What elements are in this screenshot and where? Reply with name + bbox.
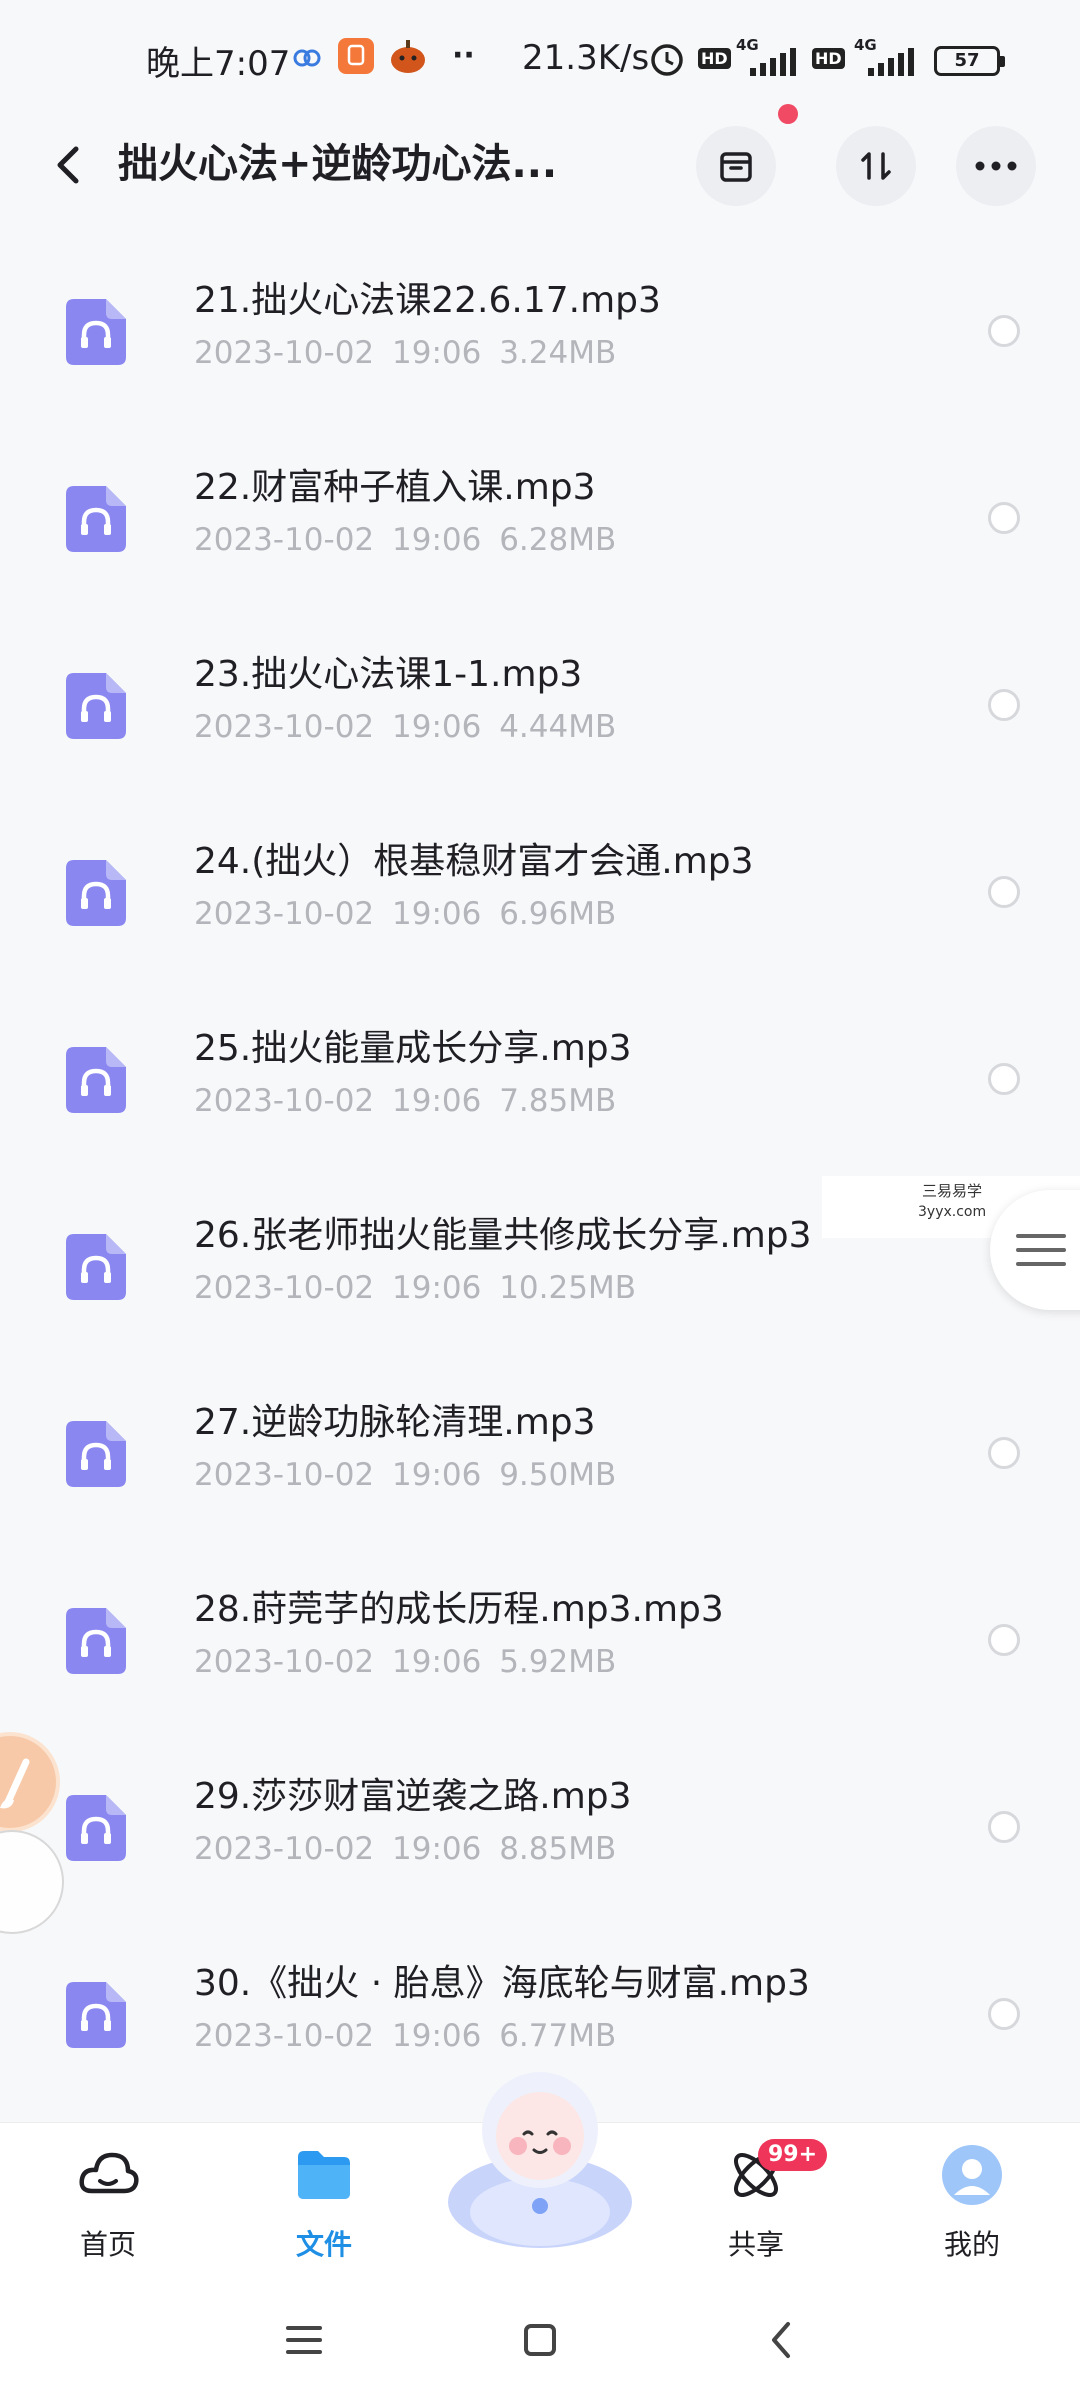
archive-button[interactable] bbox=[696, 126, 776, 206]
back-chevron-icon[interactable] bbox=[752, 2310, 812, 2370]
audio-file-icon bbox=[66, 1982, 126, 2048]
file-name: 24.(拙火）根基稳财富才会通.mp3 bbox=[194, 841, 754, 882]
more-icon bbox=[975, 161, 1017, 171]
file-meta: 2023-10-02 19:06 4.44MB bbox=[194, 709, 617, 745]
more-button[interactable] bbox=[956, 126, 1036, 206]
alarm-icon bbox=[651, 44, 683, 76]
menu-icon[interactable] bbox=[274, 2310, 334, 2370]
status-bar: 晚上7:07 ·· 21.3K/s HD 4G HD 4G 57 bbox=[0, 0, 1080, 120]
audio-file-icon bbox=[66, 673, 126, 739]
home-square-icon[interactable] bbox=[510, 2310, 570, 2370]
file-meta: 2023-10-02 19:06 7.85MB bbox=[194, 1083, 617, 1119]
file-meta: 2023-10-02 19:06 8.85MB bbox=[194, 1831, 617, 1867]
file-name: 22.财富种子植入课.mp3 bbox=[194, 467, 596, 508]
file-meta: 2023-10-02 19:06 3.24MB bbox=[194, 335, 617, 371]
sort-button[interactable] bbox=[836, 126, 916, 206]
avatar-icon bbox=[942, 2145, 1002, 2205]
select-radio[interactable] bbox=[988, 689, 1020, 721]
select-radio[interactable] bbox=[988, 876, 1020, 908]
file-name: 23.拙火心法课1-1.mp3 bbox=[194, 654, 583, 695]
folder-icon bbox=[298, 2151, 350, 2199]
audio-file-icon bbox=[66, 1234, 126, 1300]
file-meta: 2023-10-02 19:06 6.77MB bbox=[194, 2018, 617, 2054]
audio-file-icon bbox=[66, 486, 126, 552]
audio-file-icon bbox=[66, 860, 126, 926]
select-radio[interactable] bbox=[988, 1624, 1020, 1656]
select-radio[interactable] bbox=[988, 315, 1020, 347]
top-header: 拙火心法+逆龄功心法... bbox=[0, 110, 1080, 220]
sim1-hd-label: HD bbox=[698, 48, 731, 69]
select-radio[interactable] bbox=[988, 1063, 1020, 1095]
audio-file-icon bbox=[66, 1795, 126, 1861]
file-row[interactable]: 28.莳莞芓的成长历程.mp3.mp3 2023-10-02 19:06 5.9… bbox=[0, 1544, 1080, 1731]
file-row[interactable]: 24.(拙火）根基稳财富才会通.mp3 2023-10-02 19:06 6.9… bbox=[0, 796, 1080, 983]
nav-item-share[interactable]: 99+ 共享 bbox=[696, 2139, 828, 2273]
file-name: 26.张老师拙火能量共修成长分享.mp3 bbox=[194, 1215, 812, 1256]
status-time: 晚上7:07 bbox=[146, 44, 291, 84]
file-name: 21.拙火心法课22.6.17.mp3 bbox=[194, 280, 661, 321]
file-list: 21.拙火心法课22.6.17.mp3 2023-10-02 19:06 3.2… bbox=[0, 235, 1080, 2105]
file-name: 27.逆龄功脉轮清理.mp3 bbox=[194, 1402, 596, 1443]
audio-file-icon bbox=[66, 1421, 126, 1487]
nav-label: 我的 bbox=[943, 2228, 1000, 2261]
select-radio[interactable] bbox=[988, 1811, 1020, 1843]
pumpkin-icon bbox=[391, 40, 425, 73]
audio-file-icon bbox=[66, 1047, 126, 1113]
file-meta: 2023-10-02 19:06 6.28MB bbox=[194, 522, 617, 558]
select-radio[interactable] bbox=[988, 502, 1020, 534]
file-meta: 2023-10-02 19:06 6.96MB bbox=[194, 896, 617, 932]
file-row[interactable]: 29.莎莎财富逆袭之路.mp3 2023-10-02 19:06 8.85MB bbox=[0, 1731, 1080, 1918]
sim2-hd-label: HD bbox=[812, 48, 845, 69]
floating-brush-button[interactable] bbox=[0, 1732, 60, 1832]
file-name: 30.《拙火 · 胎息》海底轮与财富.mp3 bbox=[194, 1963, 810, 2004]
cloud-home-icon bbox=[79, 2152, 139, 2194]
app-notification-icon bbox=[338, 38, 374, 74]
nav-label: 文件 bbox=[295, 2228, 352, 2261]
notification-dot bbox=[778, 104, 798, 124]
cloud-icon bbox=[293, 49, 321, 67]
file-row[interactable]: 27.逆龄功脉轮清理.mp3 2023-10-02 19:06 9.50MB bbox=[0, 1357, 1080, 1544]
audio-file-icon bbox=[66, 299, 126, 365]
mascot-assistant-button[interactable] bbox=[438, 2062, 642, 2252]
net-speed: 21.3K/s bbox=[522, 38, 650, 78]
page-title: 拙火心法+逆龄功心法... bbox=[118, 141, 558, 187]
brush-icon bbox=[0, 1758, 30, 1809]
watermark-text: 三易易学 bbox=[922, 1182, 983, 1200]
file-name: 29.莎莎财富逆袭之路.mp3 bbox=[194, 1776, 632, 1817]
archive-icon bbox=[720, 152, 752, 182]
nav-item-files[interactable]: 文件 bbox=[264, 2143, 384, 2273]
file-row[interactable]: 25.拙火能量成长分享.mp3 2023-10-02 19:06 7.85MB bbox=[0, 983, 1080, 1170]
file-meta: 2023-10-02 19:06 10.25MB bbox=[194, 1270, 636, 1306]
nav-label: 共享 bbox=[727, 2228, 784, 2261]
select-radio[interactable] bbox=[988, 1998, 1020, 2030]
file-meta: 2023-10-02 19:06 5.92MB bbox=[194, 1644, 617, 1680]
sort-icon bbox=[861, 152, 891, 180]
nav-item-profile[interactable]: 我的 bbox=[912, 2143, 1032, 2273]
file-row[interactable]: 23.拙火心法课1-1.mp3 2023-10-02 19:06 4.44MB bbox=[0, 609, 1080, 796]
more-dots-icon: ·· bbox=[452, 38, 475, 73]
select-radio[interactable] bbox=[988, 1437, 1020, 1469]
system-nav-bar bbox=[0, 2272, 1080, 2400]
file-meta: 2023-10-02 19:06 9.50MB bbox=[194, 1457, 617, 1493]
share-badge: 99+ bbox=[758, 2139, 828, 2171]
hamburger-icon bbox=[1016, 1234, 1066, 1266]
nav-item-home[interactable]: 首页 bbox=[48, 2143, 168, 2273]
file-name: 28.莳莞芓的成长历程.mp3.mp3 bbox=[194, 1589, 724, 1630]
battery-icon: 57 bbox=[934, 46, 1005, 76]
signal-icon bbox=[868, 48, 914, 76]
back-icon[interactable] bbox=[40, 135, 100, 195]
file-row[interactable]: 21.拙火心法课22.6.17.mp3 2023-10-02 19:06 3.2… bbox=[0, 235, 1080, 422]
nav-label: 首页 bbox=[79, 2228, 136, 2261]
signal-icon bbox=[750, 48, 796, 76]
audio-file-icon bbox=[66, 1608, 126, 1674]
file-name: 25.拙火能量成长分享.mp3 bbox=[194, 1028, 632, 1069]
file-row[interactable]: 22.财富种子植入课.mp3 2023-10-02 19:06 6.28MB bbox=[0, 422, 1080, 609]
watermark-url: 3yyx.com bbox=[918, 1204, 987, 1220]
